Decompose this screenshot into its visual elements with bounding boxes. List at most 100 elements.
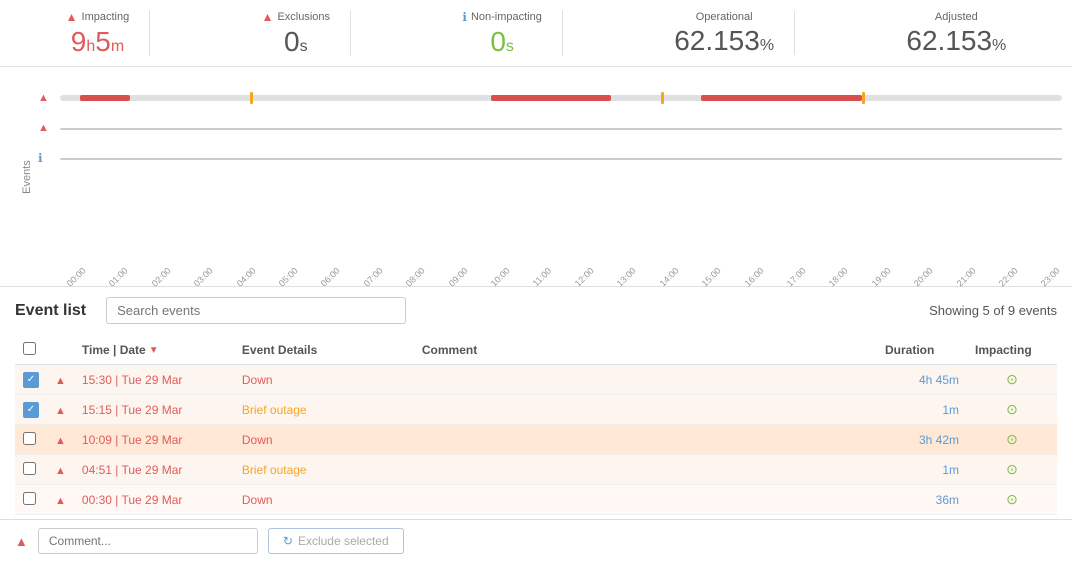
timeline-line-3 [60, 158, 1062, 160]
row-warn-icon: ▲ [47, 425, 74, 455]
adjusted-value: 62.153% [906, 27, 1006, 55]
warn-icon: ▲ [55, 435, 66, 447]
th-comment: Comment [414, 336, 877, 365]
timeline-row-1: ▲ [60, 87, 1062, 109]
row-duration: 1m [877, 455, 967, 485]
event-list-section: Event list Showing 5 of 9 events Time | … [0, 282, 1072, 515]
impacting-check-icon: ⊙ [1006, 431, 1018, 447]
event-table: Time | Date ▼ Event Details Comment Dura… [15, 336, 1057, 515]
warn-icon-row2: ▲ [38, 122, 49, 134]
nonimpacting-label: Non-impacting [471, 11, 542, 23]
stat-impacting: ▲ Impacting 9h5m [46, 10, 151, 56]
sort-time-date[interactable]: Time | Date ▼ [82, 343, 159, 357]
chart-inner: ▲ ▲ ℹ [60, 87, 1062, 195]
nonimpacting-value: 0s [490, 28, 514, 56]
row-checkbox[interactable] [23, 462, 36, 475]
row-comment [414, 425, 877, 455]
row-duration: 1m [877, 395, 967, 425]
row-duration: 3h 42m [877, 425, 967, 455]
warn-icon-impacting: ▲ [66, 10, 78, 24]
row-warn-icon: ▲ [47, 455, 74, 485]
row-warn-icon: ▲ [47, 485, 74, 515]
impacting-check-icon: ⊙ [1006, 491, 1018, 507]
th-impacting: Impacting [967, 336, 1057, 365]
row-time: 00:30 | Tue 29 Mar [74, 485, 234, 515]
row-comment [414, 395, 877, 425]
table-row: ▲ 00:30 | Tue 29 Mar Down 36m ⊙ [15, 485, 1057, 515]
warn-icon: ▲ [55, 495, 66, 507]
event-table-body: ✓ ▲ 15:30 | Tue 29 Mar Down 4h 45m ⊙ ✓ ▲… [15, 365, 1057, 515]
row-checkbox[interactable] [23, 432, 36, 445]
row-checkbox-cell[interactable] [15, 455, 47, 485]
stat-adjusted: Adjusted 62.153% [886, 11, 1026, 55]
row-time: 15:30 | Tue 29 Mar [74, 365, 234, 395]
row-time: 10:09 | Tue 29 Mar [74, 425, 234, 455]
sort-arrow-icon: ▼ [149, 345, 159, 356]
row-impacting: ⊙ [967, 365, 1057, 395]
row-duration: 4h 45m [877, 365, 967, 395]
footer-bar: ▲ ↻ Exclude selected [0, 519, 1072, 562]
adjusted-label: Adjusted [935, 11, 978, 23]
th-select-all[interactable] [15, 336, 47, 365]
search-input[interactable] [106, 297, 406, 324]
row-comment [414, 485, 877, 515]
row-impacting: ⊙ [967, 485, 1057, 515]
row-detail: Brief outage [234, 455, 414, 485]
row-detail: Brief outage [234, 395, 414, 425]
showing-label: Showing 5 of 9 events [929, 303, 1057, 318]
table-row: ▲ 04:51 | Tue 29 Mar Brief outage 1m ⊙ [15, 455, 1057, 485]
row-time: 04:51 | Tue 29 Mar [74, 455, 234, 485]
row-checkbox[interactable] [23, 492, 36, 505]
select-all-checkbox[interactable] [23, 342, 36, 355]
impacting-value: 9h5m [71, 28, 124, 56]
exclude-label: Exclude selected [298, 534, 389, 548]
row-detail: Down [234, 485, 414, 515]
events-axis-label: Events [21, 160, 33, 194]
row-detail: Down [234, 365, 414, 395]
th-duration: Duration [877, 336, 967, 365]
exclude-selected-button[interactable]: ↻ Exclude selected [268, 528, 404, 554]
warn-icon-exclusions: ▲ [262, 10, 274, 24]
event-list-header: Event list Showing 5 of 9 events [15, 297, 1057, 324]
chart-area: Events ▲ ▲ ℹ [0, 67, 1072, 287]
row-comment [414, 455, 877, 485]
warn-icon: ▲ [55, 375, 66, 387]
comment-input[interactable] [38, 528, 258, 554]
info-icon-nonimpacting: ℹ [462, 10, 467, 24]
row-impacting: ⊙ [967, 455, 1057, 485]
event-list-title: Event list [15, 302, 86, 320]
row-impacting: ⊙ [967, 425, 1057, 455]
row-checkbox-cell[interactable] [15, 425, 47, 455]
stat-exclusions: ▲ Exclusions 0s [242, 10, 351, 56]
checked-icon: ✓ [23, 402, 39, 418]
timeline-line-2 [60, 128, 1062, 130]
row-comment [414, 365, 877, 395]
stat-nonimpacting: ℹ Non-impacting 0s [442, 10, 562, 56]
row-checkbox-cell[interactable]: ✓ [15, 395, 47, 425]
info-icon-row3: ℹ [38, 151, 43, 165]
checked-icon: ✓ [23, 372, 39, 388]
impacting-hours: 9 [71, 26, 87, 57]
stat-operational: Operational 62.153% [654, 11, 795, 55]
th-time-date[interactable]: Time | Date ▼ [74, 336, 234, 365]
timeline-row-2: ▲ [60, 117, 1062, 139]
footer-warn-icon: ▲ [15, 534, 28, 549]
impacting-label: Impacting [82, 11, 130, 23]
row-impacting: ⊙ [967, 395, 1057, 425]
timeline-line-1 [60, 95, 1062, 101]
th-type-icon [47, 336, 74, 365]
row-time: 15:15 | Tue 29 Mar [74, 395, 234, 425]
row-checkbox-cell[interactable] [15, 485, 47, 515]
row-warn-icon: ▲ [47, 365, 74, 395]
impacting-minutes: 5 [95, 26, 111, 57]
stats-bar: ▲ Impacting 9h5m ▲ Exclusions 0s ℹ Non-i… [0, 0, 1072, 67]
warn-icon: ▲ [55, 465, 66, 477]
impacting-check-icon: ⊙ [1006, 371, 1018, 387]
th-event-details: Event Details [234, 336, 414, 365]
exclusions-value: 0s [284, 28, 308, 56]
row-checkbox-cell[interactable]: ✓ [15, 365, 47, 395]
exclude-refresh-icon: ↻ [283, 534, 293, 548]
operational-label: Operational [696, 11, 753, 23]
table-header-row: Time | Date ▼ Event Details Comment Dura… [15, 336, 1057, 365]
operational-value: 62.153% [674, 27, 774, 55]
